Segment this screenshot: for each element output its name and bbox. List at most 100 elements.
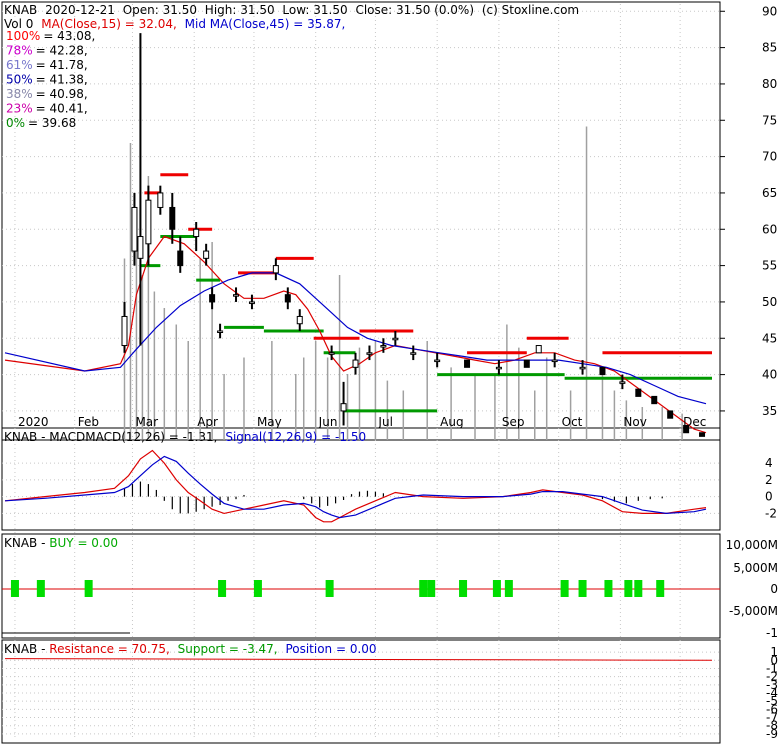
fib-level-1: 78% = 42.28, (6, 44, 88, 58)
price-bar-body (495, 366, 502, 370)
price-bar-body (145, 199, 152, 245)
price-bar-body (340, 403, 347, 412)
price-bar-body (434, 359, 441, 363)
header-low: Low: 31.50 (282, 3, 347, 17)
macd-label: KNAB - MACDMACD(12,26) = -1.31, Signal(1… (4, 430, 366, 444)
fib-value: = 40.41, (36, 102, 88, 116)
fib-value: = 40.98, (36, 87, 88, 101)
macd-value: MACDMACD(12,26) = -1.31, (49, 430, 217, 444)
price-bar-body (193, 228, 200, 238)
buy-signal-bar (492, 580, 501, 597)
price-bar-body (169, 206, 176, 230)
buy-signal-bar (578, 580, 587, 597)
x-tick-label: Jul (377, 415, 392, 429)
fib-level-5: 23% = 40.41, (6, 102, 88, 116)
position-resistance: Resistance = 70.75, (49, 642, 170, 656)
macd-y-tick-label: -2 (765, 506, 777, 520)
price-bar-body (272, 265, 279, 274)
header-line: KNAB 2020-12-21 Open: 31.50 High: 31.50 … (4, 3, 579, 17)
position-support: Support = -3.47, (178, 642, 278, 656)
price-bar-body (217, 330, 224, 333)
buy-signal-bar (427, 580, 436, 597)
header-high: High: 31.50 (205, 3, 275, 17)
price-bar-body (233, 294, 240, 297)
price-bar-body (523, 359, 530, 368)
price-bar-body (667, 410, 674, 419)
price-bar-body (392, 337, 399, 341)
fib-level-3: 50% = 41.38, (6, 73, 88, 87)
price-bar-body (651, 395, 658, 405)
buy-signal-bar (36, 580, 45, 597)
x-tick-label: May (257, 415, 282, 429)
buy-y-tick-label: -5,000M (729, 604, 778, 618)
support-resistance-lines (140, 173, 712, 413)
price-y-axis: 35 40 45 50 55 60 65 70 75 80 85 90 (720, 4, 777, 418)
price-bar-body (137, 236, 144, 259)
price-bar-body (535, 345, 542, 354)
fib-pct: 100% (6, 29, 40, 43)
buy-signal-bar (325, 580, 334, 597)
buy-y-tick-label: -1 (766, 626, 778, 640)
price-y-tick-label: 75 (762, 113, 777, 127)
buy-signal-bar (634, 580, 643, 597)
fib-value: = 41.38, (36, 73, 88, 87)
macd-line-ma_short (4, 449, 707, 523)
price-y-tick-label: 35 (762, 404, 777, 418)
price-bar-body (131, 206, 138, 252)
x-tick-label: Nov (623, 415, 646, 429)
fib-pct: 50% (6, 73, 33, 87)
position-y-tick-label: -9 (766, 727, 778, 741)
x-tick-label: Aug (440, 415, 463, 429)
price-y-tick-label: 40 (762, 368, 777, 382)
buy-plot: 10,000M 5,000M 0 -5,000M -1 (2, 538, 778, 640)
volume-bars (123, 126, 683, 440)
price-y-tick-label: 55 (762, 259, 777, 273)
buy-value: BUY = 0.00 (49, 536, 118, 550)
fib-level-6: 0% = 39.68 (6, 116, 76, 130)
price-y-tick-label: 85 (762, 41, 777, 55)
price-bar-body (328, 352, 335, 355)
price-bar-body (635, 388, 642, 397)
position-label: KNAB - Resistance = 70.75, Support = -3.… (4, 642, 377, 656)
price-panel-frame (1, 1, 721, 441)
x-tick-label: Sep (502, 415, 525, 429)
buy-signal-bar (624, 580, 633, 597)
fib-value: = 43.08, (43, 29, 95, 43)
price-bars (121, 33, 706, 437)
header-source: (c) Stoxline.com (482, 3, 579, 17)
price-bar-body (551, 359, 558, 363)
buy-signal-bar (218, 580, 227, 597)
gridlines (2, 4, 720, 740)
price-bar-body (209, 294, 216, 303)
price-bar-body (121, 315, 128, 347)
macd-y-tick-label: 0 (765, 490, 773, 504)
x-tick-label: Feb (78, 415, 99, 429)
position-plot: 10-1-2-3-4-5-6-7-8-9 (2, 645, 778, 741)
x-tick-label: Dec (683, 415, 706, 429)
fib-pct: 61% (6, 58, 33, 72)
fib-level-0: 100% = 43.08, (6, 29, 95, 43)
fib-value: = 42.28, (36, 44, 88, 58)
buy-signal-bar (504, 580, 513, 597)
header-close: Close: 31.50 (0.0%) (355, 3, 474, 17)
price-bar-body (599, 366, 606, 376)
price-bar-body (619, 381, 626, 384)
buy-y-tick-label: 5,000M (733, 561, 778, 575)
price-bar-body (366, 352, 373, 355)
ma-long-label: Mid MA(Close,45) = 35.87, (185, 17, 346, 31)
price-bar-body (579, 366, 586, 370)
price-bar-body (352, 359, 359, 368)
buy-y-tick-label: 0 (770, 582, 778, 596)
position-ticker: KNAB (4, 642, 37, 656)
price-y-tick-label: 45 (762, 331, 777, 345)
buy-y-tick-label: 10,000M (726, 538, 778, 552)
macd-line-ma_long (4, 455, 707, 519)
price-bar-body (248, 301, 255, 304)
price-y-tick-label: 60 (762, 222, 777, 236)
buy-signal-bar (419, 580, 428, 597)
buy-signal-bar (84, 580, 93, 597)
macd-plot: 4 2 0 -2 (2, 449, 777, 523)
header-ticker: KNAB (4, 3, 37, 17)
fib-pct: 78% (6, 44, 33, 58)
fib-pct: 38% (6, 87, 33, 101)
